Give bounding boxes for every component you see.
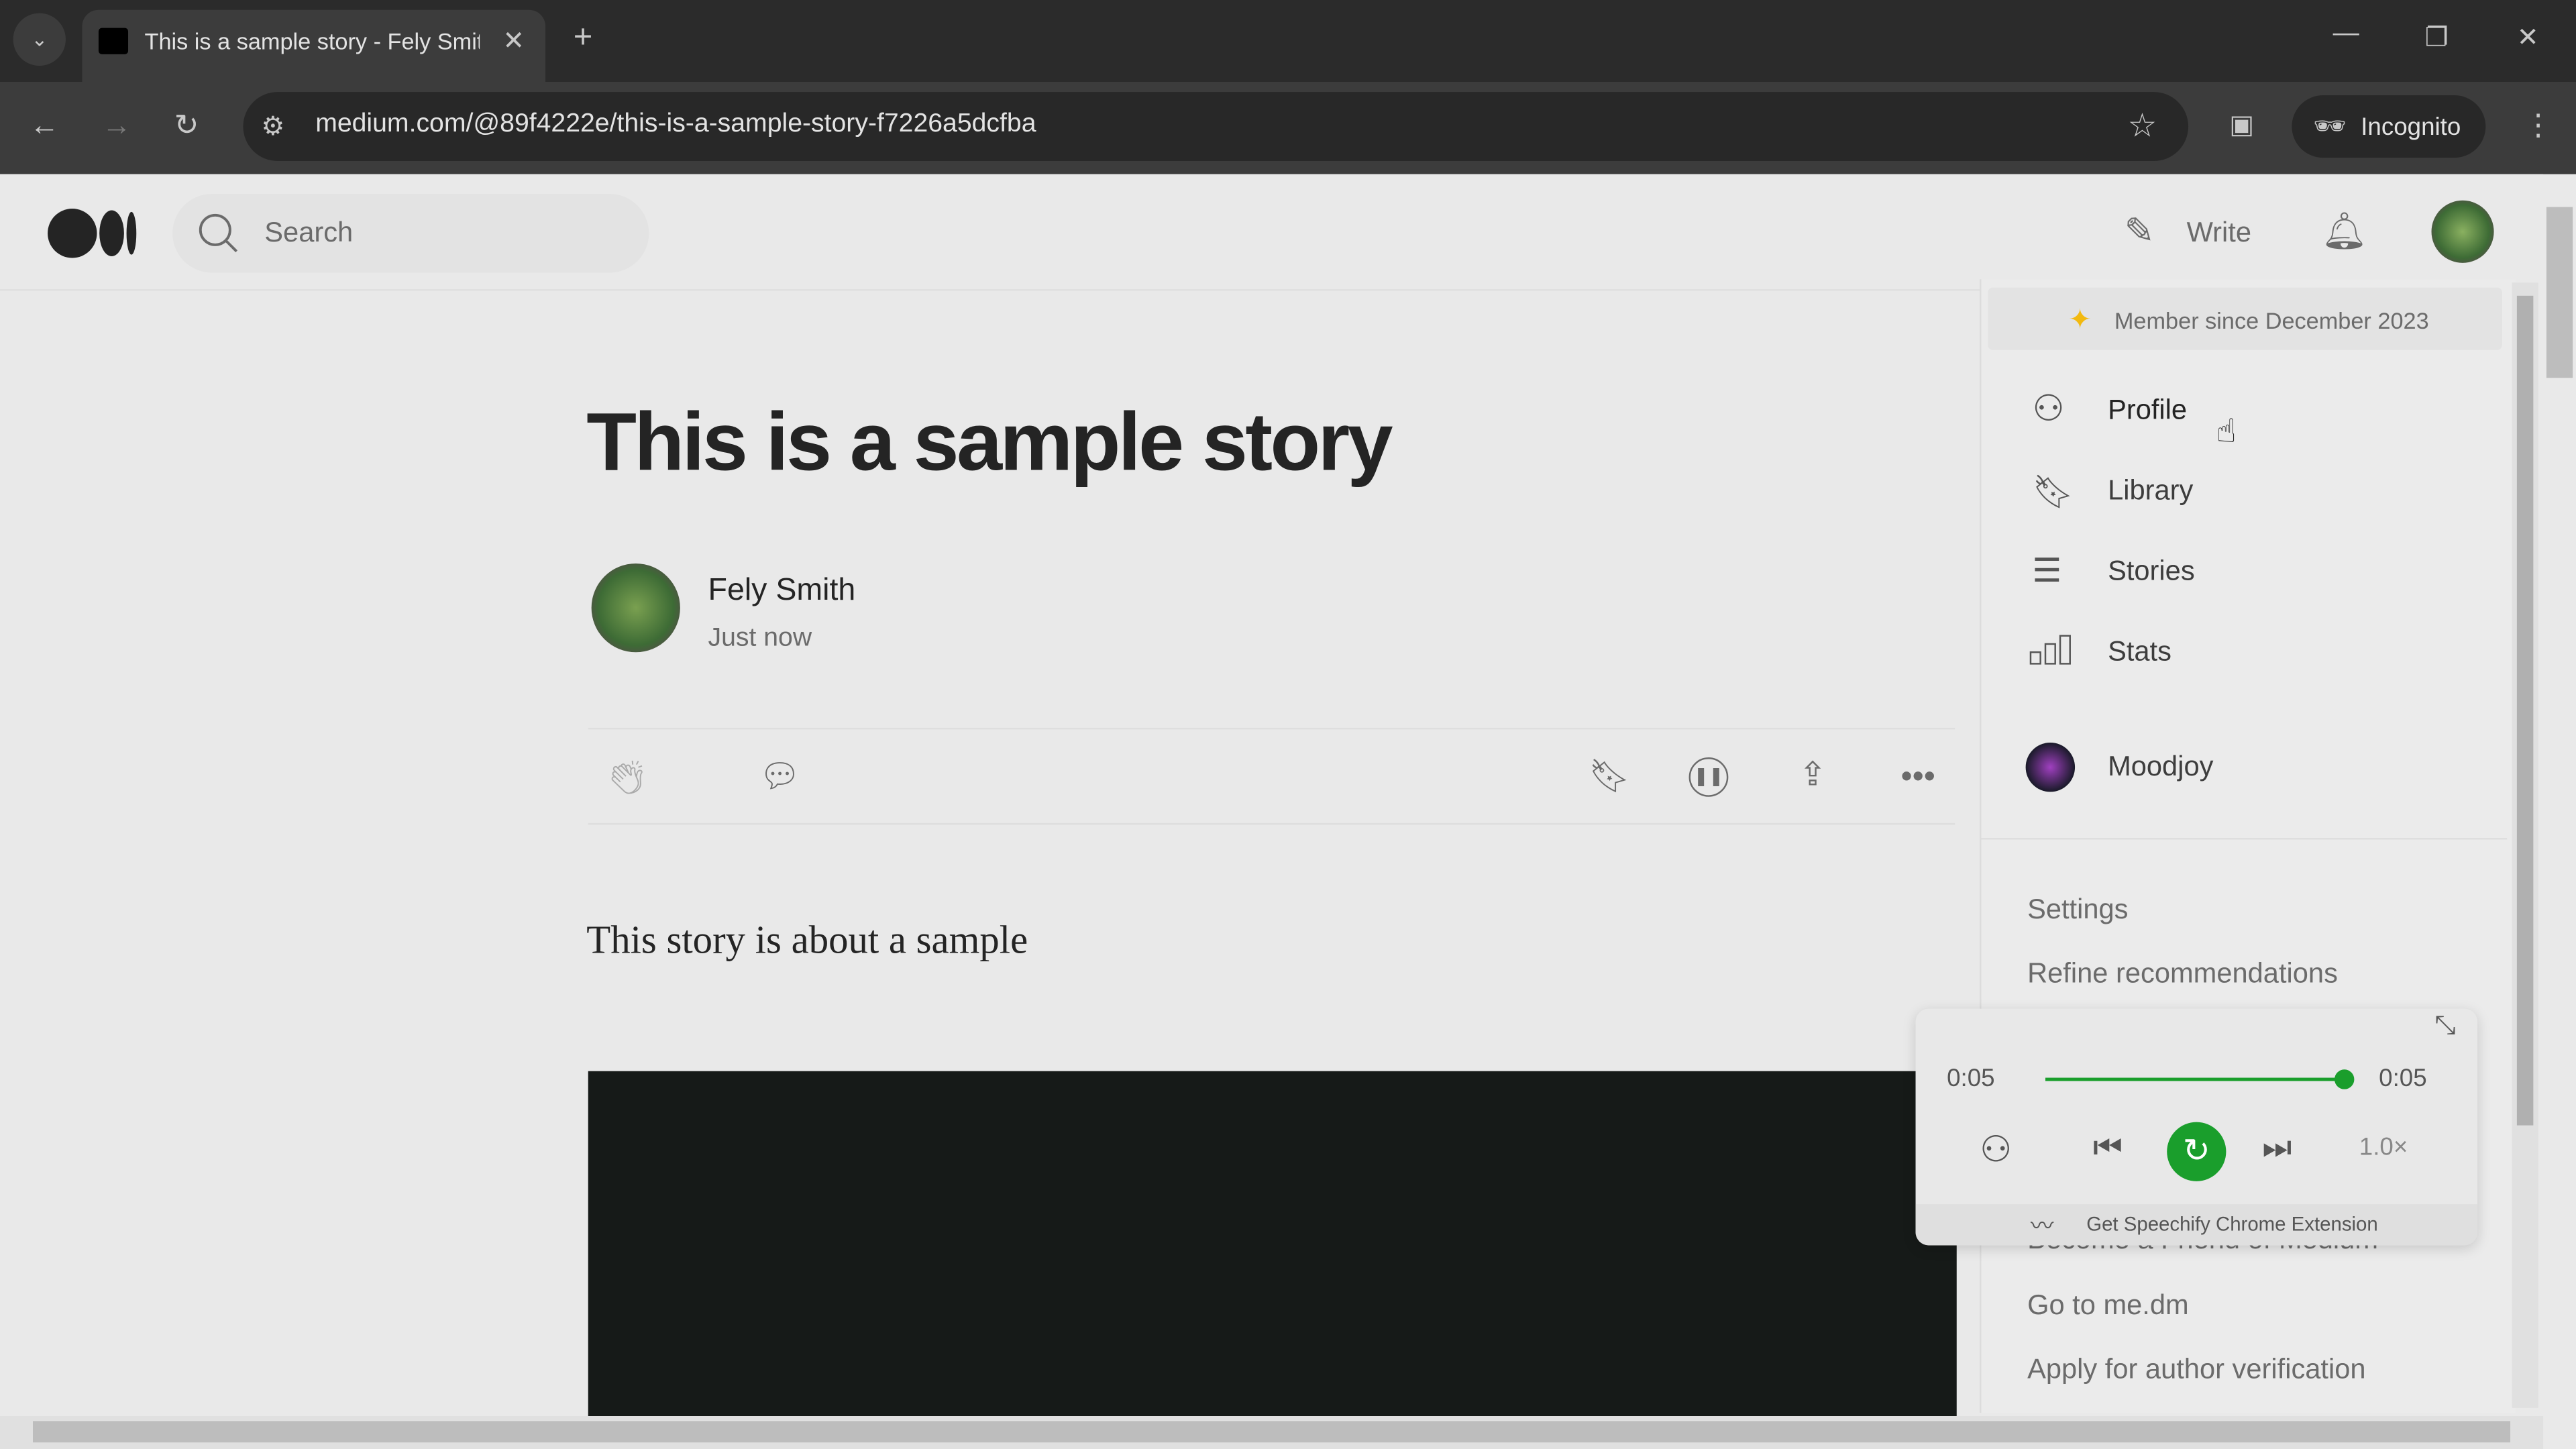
search-placeholder: Search: [264, 217, 354, 248]
elapsed-time: 0:05: [1947, 1064, 1995, 1093]
chrome-menu-icon[interactable]: ⋮: [2524, 109, 2553, 143]
hand-cursor-icon: ☝︎: [2216, 414, 2237, 451]
star-icon[interactable]: ☆: [2127, 105, 2157, 146]
more-icon[interactable]: •••: [1900, 759, 1935, 796]
clap-icon[interactable]: 👏︎: [606, 757, 648, 798]
incognito-icon: 🕶: [2313, 113, 2347, 142]
member-since: Member since December 2023: [2114, 307, 2429, 334]
publish-time: Just now: [708, 624, 812, 653]
back-icon[interactable]: ←: [30, 109, 59, 143]
notifications-bell-icon[interactable]: 🔔︎: [2321, 210, 2367, 253]
menu-item-moodjoy[interactable]: Moodjoy: [2108, 751, 2213, 784]
story-image: [588, 1071, 1957, 1417]
menu-item-library[interactable]: Library: [2108, 475, 2193, 508]
restore-icon[interactable]: ❐: [2425, 21, 2449, 54]
collapse-icon[interactable]: ⤡: [2434, 1012, 2455, 1042]
document-icon: ☰: [2032, 553, 2062, 590]
speed-button[interactable]: 1.0×: [2359, 1134, 2408, 1162]
menu-link-settings[interactable]: Settings: [2027, 894, 2128, 926]
menu-scrollbar[interactable]: [2512, 282, 2538, 1408]
search-input[interactable]: [172, 193, 649, 273]
tab-close-icon[interactable]: ✕: [502, 25, 525, 58]
next-icon[interactable]: ⏭︎: [2262, 1130, 2292, 1168]
star-icon-member: ✦: [2068, 304, 2092, 335]
bar-chart-icon: [2029, 635, 2071, 665]
person-icon: ⚇: [2032, 387, 2065, 429]
progress-handle[interactable]: [2334, 1069, 2355, 1089]
page-scrollbar-thumb[interactable]: [2546, 207, 2573, 378]
write-button[interactable]: Write: [2187, 217, 2251, 250]
write-icon[interactable]: ✎: [2125, 210, 2155, 253]
new-tab-icon[interactable]: +: [574, 19, 593, 57]
forward-icon[interactable]: →: [102, 109, 131, 143]
story-title: This is a sample story: [586, 396, 1393, 488]
medium-logo[interactable]: [48, 207, 140, 260]
medium-favicon-icon: [98, 28, 129, 54]
story-body: This story is about a sample: [586, 920, 1028, 963]
menu-item-stories[interactable]: Stories: [2108, 555, 2195, 588]
bookmark-icon: 🔖︎: [2032, 474, 2074, 511]
horizontal-scrollbar[interactable]: [0, 1416, 2544, 1449]
author-avatar[interactable]: [591, 564, 680, 653]
menu-item-stats[interactable]: Stats: [2108, 636, 2171, 669]
publication-avatar: [2025, 742, 2076, 792]
reload-icon[interactable]: ↻: [174, 109, 199, 143]
share-icon[interactable]: ⇪: [1799, 754, 1827, 795]
previous-icon[interactable]: ⏮︎: [2093, 1130, 2123, 1168]
search-icon: [199, 213, 238, 253]
save-bookmark-icon[interactable]: 🔖︎: [1589, 756, 1630, 797]
voice-select-icon[interactable]: ⚇: [1980, 1128, 2012, 1171]
incognito-label: Incognito: [2361, 113, 2461, 142]
author-name[interactable]: Fely Smith: [708, 574, 856, 610]
speechify-promo-text[interactable]: Get Speechify Chrome Extension: [2086, 1212, 2378, 1235]
close-window-icon[interactable]: ✕: [2517, 21, 2539, 54]
site-info-icon[interactable]: ⚙: [261, 110, 284, 143]
comment-icon[interactable]: 💬︎: [759, 756, 800, 797]
progress-slider[interactable]: [2045, 1077, 2345, 1081]
menu-link-author-verification[interactable]: Apply for author verification: [2027, 1354, 2365, 1387]
speechify-logo-icon: 〰: [2030, 1212, 2054, 1239]
tab-search-button[interactable]: ⌄: [13, 13, 66, 66]
menu-item-profile[interactable]: Profile: [2108, 394, 2187, 427]
url-text[interactable]: medium.com/@89f4222e/this-is-a-sample-st…: [315, 110, 1036, 140]
menu-link-refine-recommendations[interactable]: Refine recommendations: [2027, 958, 2338, 991]
user-avatar[interactable]: [2431, 200, 2494, 263]
pause-listen-icon[interactable]: ❚❚: [1688, 757, 1729, 797]
replay-button[interactable]: ↻: [2167, 1122, 2226, 1181]
tab-title: This is a sample story - Fely Smith: [144, 28, 480, 54]
side-panel-icon[interactable]: ▣: [2229, 109, 2254, 142]
menu-link-go-to-medm[interactable]: Go to me.dm: [2027, 1289, 2189, 1322]
total-time: 0:05: [2379, 1064, 2427, 1093]
minimize-icon[interactable]: —: [2333, 19, 2359, 49]
